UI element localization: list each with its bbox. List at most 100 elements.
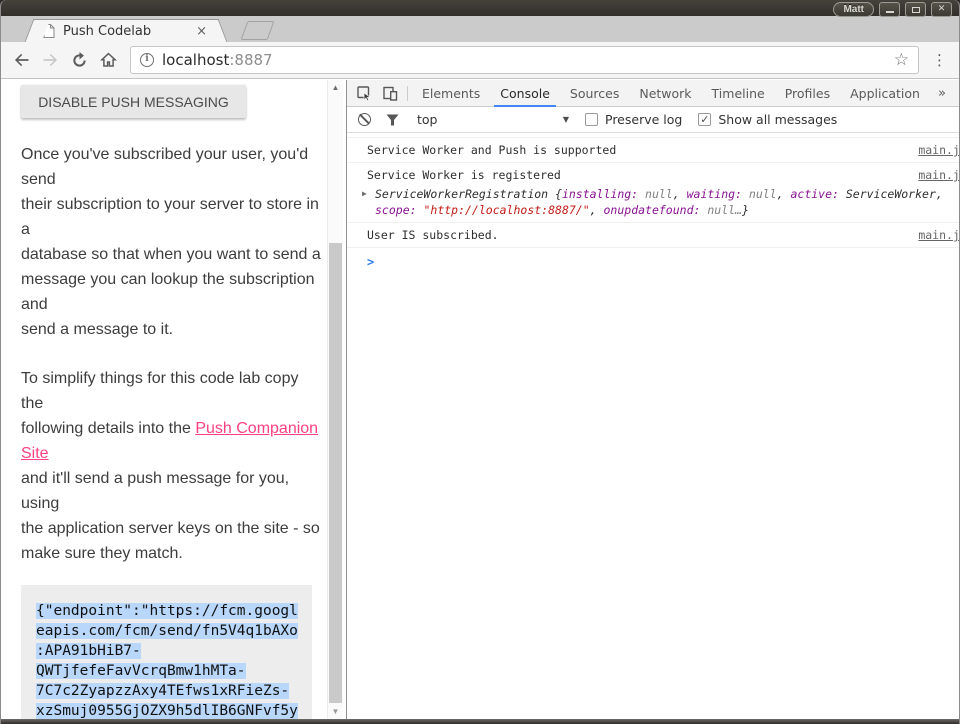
bookmark-star-icon[interactable]: ☆ [894,52,909,69]
tab-sources[interactable]: Sources [560,80,629,106]
forward-arrow-icon [42,52,59,68]
object-preview[interactable]: ▶ServiceWorkerRegistration {installing: … [375,186,960,218]
source-link[interactable]: main.js:132 [918,167,960,183]
paragraph-companion-rest: and it'll send a push message for you, u… [21,470,320,562]
window-titlebar: Matt ✕ [1,0,959,16]
minimize-icon [886,11,894,13]
content-area: DISABLE PUSH MESSAGING Once you've subsc… [1,80,959,719]
close-icon: ✕ [938,5,946,14]
console-message-row: Service Worker is registered main.js:132… [347,163,960,223]
chevron-down-icon: ▼ [563,115,569,124]
url-port: :8887 [229,51,272,69]
console-message-text: Service Worker and Push is supported [367,142,906,158]
scrollbar-thumb[interactable] [329,243,342,703]
browser-window: Matt ✕ Push Codelab × [0,0,960,724]
url-host: localhost [162,51,229,69]
show-all-messages-label: Show all messages [718,112,837,127]
preview-sep: , [936,187,943,201]
tab-timeline[interactable]: Timeline [702,80,775,106]
browser-menu-icon[interactable]: ⋮ [926,51,953,69]
preview-key: onupdatefound: [604,203,701,217]
devtools-pane: Elements Console Sources Network Timelin… [346,80,960,719]
disable-push-button[interactable]: DISABLE PUSH MESSAGING [21,85,246,118]
context-label: top [417,112,437,127]
preview-sep: , [590,203,604,217]
url-bar[interactable]: i localhost:8887 ☆ [130,46,919,74]
subscription-code-block[interactable]: {"endpoint":"https://fcm.googleapis.com/… [21,585,312,719]
reload-icon [71,52,88,69]
preview-key: installing: [562,187,638,201]
show-all-messages-checkbox[interactable]: ✓ [698,113,711,126]
window-maximize-button[interactable] [905,2,926,17]
preview-key: waiting: [687,187,742,201]
preview-sep: , [673,187,687,201]
paragraph-companion: To simplify things for this code lab cop… [21,366,322,566]
device-toolbar-button[interactable] [377,80,403,106]
window-bottom-border [1,719,959,724]
paragraph-subscription: Once you've subscribed your user, you'd … [21,142,322,342]
filter-button[interactable] [386,114,399,126]
preview-close: } [742,203,749,217]
new-tab-button[interactable] [241,21,275,40]
preserve-log-checkbox[interactable] [585,113,598,126]
preview-value: null [638,187,673,201]
devtools-toolbar: Elements Console Sources Network Timelin… [347,80,960,107]
source-link[interactable]: main.js:128 [918,142,960,158]
scroll-down-icon[interactable]: ▼ [328,707,343,716]
devtools-menu-icon[interactable]: ⋮ [954,85,960,101]
home-icon [100,52,117,68]
paragraph-companion-line2-prefix: following details into the [21,420,195,437]
tab-title: Push Codelab [63,24,192,39]
tab-network[interactable]: Network [629,80,701,106]
more-tabs-icon[interactable]: » [930,86,954,101]
profile-button[interactable]: Matt [833,2,874,17]
tab-strip: Push Codelab × [1,16,959,42]
preserve-log-label: Preserve log [605,112,682,127]
console-toolbar: top ▼ Preserve log ✓ Show all messages [347,107,960,133]
preview-value: ServiceWorker [839,187,936,201]
preserve-log-group: Preserve log [585,112,682,127]
preview-value: null… [700,203,742,217]
tab-elements[interactable]: Elements [412,80,490,106]
expand-triangle-icon[interactable]: ▶ [362,188,367,199]
inspect-cursor-icon [357,86,372,101]
reload-button[interactable] [65,46,94,75]
toolbar-separator [407,86,408,101]
forward-button[interactable] [36,46,65,75]
source-link[interactable]: main.js:118 [918,227,960,243]
filter-funnel-icon [386,114,399,126]
home-button[interactable] [94,46,123,75]
scroll-up-icon[interactable]: ▲ [328,83,343,92]
console-output: Service Worker and Push is supported mai… [347,133,960,719]
page-scrollbar[interactable]: ▲ ▼ [327,80,343,719]
window-minimize-button[interactable] [879,2,900,17]
console-message-row: User IS subscribed. main.js:118 [347,223,960,248]
back-button[interactable] [7,46,36,75]
console-message-text: Service Worker is registered [367,167,906,183]
execution-context-selector[interactable]: top ▼ [417,112,569,127]
device-icon [383,86,398,101]
tab-close-icon[interactable]: × [192,25,211,38]
maximize-icon [912,7,920,13]
browser-toolbar: i localhost:8887 ☆ ⋮ [1,42,959,79]
tab-application[interactable]: Application [840,80,930,106]
show-all-messages-group: ✓ Show all messages [698,112,837,127]
paragraph-companion-line1: To simplify things for this code lab cop… [21,370,298,412]
console-message-text: User IS subscribed. [367,227,906,243]
console-prompt[interactable]: > [347,248,960,271]
page-info-icon[interactable]: i [140,53,154,67]
clear-console-icon[interactable] [358,113,371,126]
window-close-button[interactable]: ✕ [931,2,952,17]
url-text: localhost:8887 [162,51,273,69]
subscription-json-selected-text: {"endpoint":"https://fcm.googleapis.com/… [36,603,298,719]
console-message-row: Service Worker and Push is supported mai… [347,137,960,163]
preview-sep: , [777,187,791,201]
preview-key: active: [790,187,838,201]
tab-console[interactable]: Console [490,80,560,106]
tab-push-codelab[interactable]: Push Codelab × [37,19,215,42]
tab-profiles[interactable]: Profiles [775,80,840,106]
preview-value: null [742,187,777,201]
inspect-element-button[interactable] [351,80,377,106]
preview-string-value: "http://localhost:8887/" [417,203,590,217]
web-page-pane: DISABLE PUSH MESSAGING Once you've subsc… [1,80,346,719]
